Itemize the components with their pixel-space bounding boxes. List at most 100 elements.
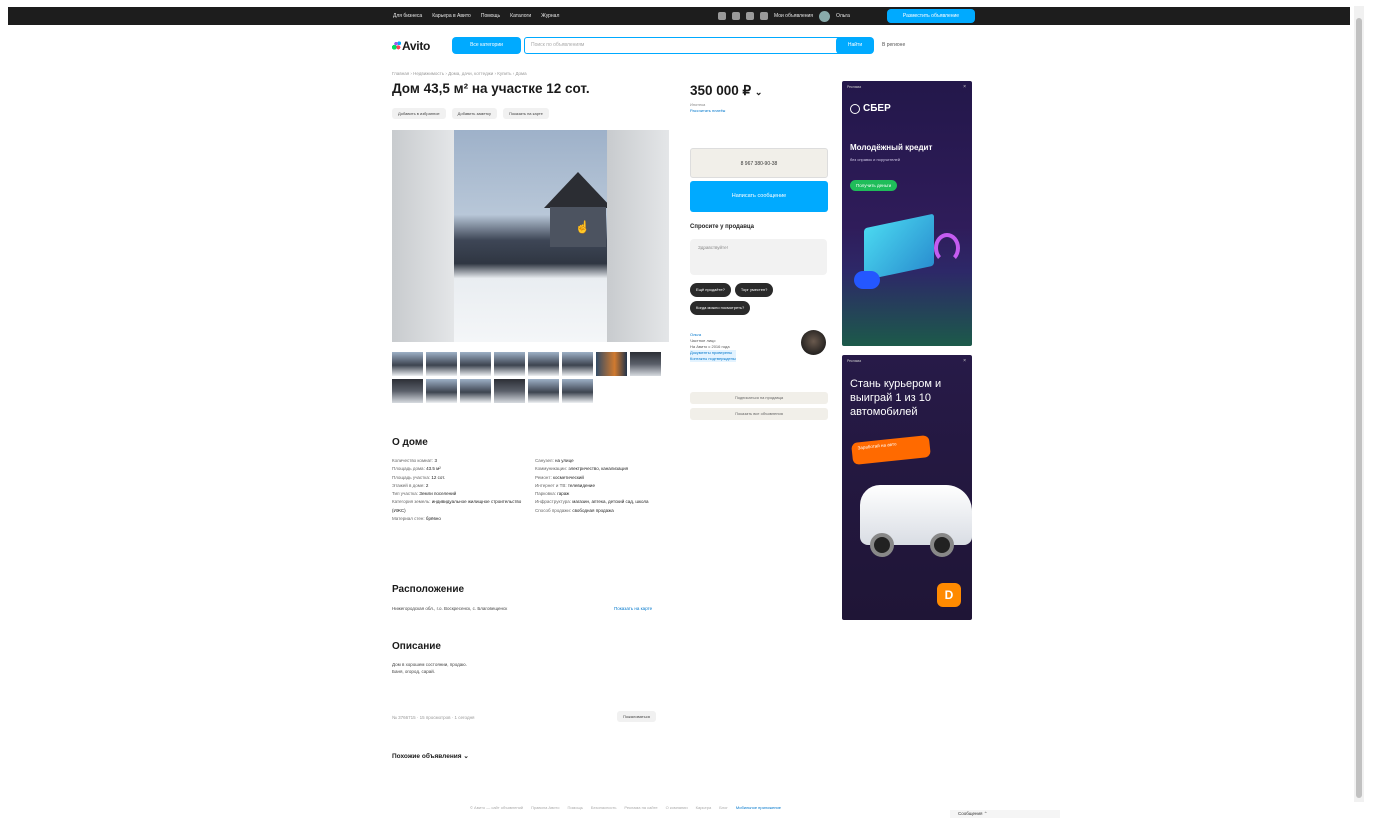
price-mortgage: Ипотека Рассчитать платёж — [690, 102, 725, 114]
add-note-button[interactable]: Добавить заметку — [451, 108, 497, 119]
post-ad-button[interactable]: Разместить объявление — [887, 9, 975, 23]
nav-link-help[interactable]: Помощь — [481, 10, 500, 22]
quick-question-chip[interactable]: Когда можно посмотреть? — [690, 301, 751, 315]
quick-question-chip[interactable]: Торг уместен? — [734, 283, 774, 297]
car-wheel — [870, 533, 894, 557]
description-line: Баня, огород, сарай. — [392, 669, 435, 674]
thumbnail[interactable] — [562, 352, 593, 376]
thumbnail[interactable] — [392, 379, 423, 403]
search-input[interactable]: Поиск по объявлениям — [524, 37, 842, 54]
photo-blur-right — [607, 130, 669, 342]
top-nav-links: Для бизнеса Карьера в Авито Помощь Катал… — [393, 10, 559, 22]
delivery-logo-icon: D — [937, 583, 961, 607]
subscribe-seller-button[interactable]: Подписаться на продавца — [690, 392, 828, 404]
about-params-left: Количество комнат: 3 Площадь дома: 43.5 … — [392, 457, 527, 523]
thumbnail[interactable] — [460, 352, 491, 376]
show-map-button[interactable]: Показать на карте — [502, 108, 549, 119]
footer-link[interactable]: Блог — [719, 805, 728, 810]
breadcrumb[interactable]: Главная › Недвижимость › Дома, дачи, кот… — [392, 71, 527, 76]
thumbnail[interactable] — [494, 379, 525, 403]
description-line: Дом в хорошем состоянии, продаю. — [392, 662, 467, 667]
footer-link[interactable]: Правила Авито — [531, 805, 559, 810]
all-categories-button[interactable]: Все категории — [452, 37, 521, 54]
car-wheel — [930, 533, 954, 557]
thumbnail[interactable] — [426, 379, 457, 403]
footer-link[interactable]: © Авито — сайт объявлений — [470, 805, 523, 810]
ad-cta-button[interactable]: Получить деньги — [850, 180, 898, 191]
param-row: Коммуникации: электричество, канализация — [535, 466, 629, 472]
laptop-illustration — [864, 213, 934, 281]
thumbnail[interactable] — [460, 379, 491, 403]
chevron-down-icon[interactable]: ⌄ — [755, 87, 763, 97]
quick-question-chip[interactable]: Ещё продаёте? — [690, 283, 731, 297]
param-row: Ремонт: косметический — [535, 474, 584, 480]
notifications-icon[interactable] — [732, 12, 740, 20]
close-icon[interactable]: × — [963, 358, 966, 364]
footer-link[interactable]: Мобильное приложение — [736, 805, 781, 810]
mortgage-link[interactable]: Рассчитать платёж — [690, 108, 725, 114]
param-row: Интернет и ТВ: телевидение — [535, 482, 595, 488]
top-user-area: Мои объявления Ольга — [718, 10, 850, 22]
location-selector[interactable]: В регионе — [882, 40, 905, 50]
thumbnail[interactable] — [596, 352, 627, 376]
cart-icon[interactable] — [760, 12, 768, 20]
ask-seller-input[interactable]: Здравствуйте! — [690, 239, 827, 275]
description-title: Описание — [392, 641, 441, 652]
ad-banner-sber[interactable]: Реклама × СБЕР Молодёжный кредит без спр… — [842, 81, 972, 346]
footer-link[interactable]: Помощь — [567, 805, 582, 810]
search-button[interactable]: Найти — [836, 37, 874, 54]
messages-icon[interactable] — [746, 12, 754, 20]
messenger-bar[interactable]: Сообщения ⌃ — [950, 810, 1060, 818]
gamepad-illustration — [854, 271, 880, 289]
scrollbar[interactable] — [1354, 6, 1364, 802]
favorites-icon[interactable] — [718, 12, 726, 20]
footer-link[interactable]: О компании — [666, 805, 688, 810]
param-row: Санузел: на улице — [535, 458, 574, 463]
thumbnail[interactable] — [494, 352, 525, 376]
param-row: Материал стен: брёвно — [392, 516, 441, 522]
user-name[interactable]: Ольга — [836, 10, 850, 22]
thumbnail[interactable] — [630, 352, 661, 376]
scrollbar-thumb[interactable] — [1356, 18, 1362, 798]
thumbnail[interactable] — [392, 352, 423, 376]
param-row: Тип участка: Земли поселений — [392, 491, 457, 497]
footer-link[interactable]: Безопасность — [591, 805, 617, 810]
seller-avatar[interactable] — [801, 330, 826, 355]
ask-seller-title: Спросите у продавца — [690, 224, 754, 230]
param-row: Площадь участка: 12 сот. — [392, 474, 446, 480]
ad-cta-button[interactable]: Заработай на авто — [851, 434, 931, 466]
footer-link[interactable]: Карьера — [696, 805, 712, 810]
thumbnail[interactable] — [528, 352, 559, 376]
photo-thumbnails — [392, 352, 668, 403]
show-on-map-link[interactable]: Показать на карте — [614, 605, 652, 612]
report-button[interactable]: Пожаловаться — [617, 711, 656, 722]
add-favorite-button[interactable]: Добавить в избранное — [392, 108, 446, 119]
param-row: Инфраструктура: магазин, аптека, детский… — [535, 499, 649, 505]
nav-link-journal[interactable]: Журнал — [541, 10, 559, 22]
headphones-illustration — [934, 233, 960, 263]
similar-ads-title[interactable]: Похожие объявления ⌄ — [392, 752, 469, 760]
my-ads-link[interactable]: Мои объявления — [774, 10, 813, 22]
param-row: Способ продажи: свободная продажа — [535, 507, 614, 513]
ad-label: Реклама — [847, 85, 862, 89]
user-avatar[interactable] — [819, 10, 830, 22]
param-row: Количество комнат: 3 — [392, 458, 438, 463]
thumbnail[interactable] — [562, 379, 593, 403]
chevron-up-icon: ⌃ — [983, 811, 988, 816]
chevron-down-icon: ⌄ — [463, 753, 469, 760]
param-row: Этажей в доме: 2 — [392, 482, 429, 488]
seller-all-ads-button[interactable]: Показать все объявления — [690, 408, 828, 420]
nav-link-career[interactable]: Карьера в Авито — [432, 10, 471, 22]
thumbnail[interactable] — [528, 379, 559, 403]
show-phone-button[interactable]: 8 967 380-90-38 — [690, 148, 828, 178]
thumbnail[interactable] — [426, 352, 457, 376]
footer-link[interactable]: Реклама на сайте — [624, 805, 657, 810]
nav-link-catalogs[interactable]: Каталоги — [510, 10, 531, 22]
write-message-button[interactable]: Написать сообщение — [690, 181, 828, 212]
close-icon[interactable]: × — [963, 84, 966, 90]
mouse-cursor-icon: ☝ — [575, 220, 590, 234]
main-photo[interactable]: ☝ — [392, 130, 669, 342]
ad-banner-courier[interactable]: Реклама × Стань курьером и выиграй 1 из … — [842, 355, 972, 620]
nav-link-business[interactable]: Для бизнеса — [393, 10, 422, 22]
avito-logo[interactable]: Avito — [392, 39, 430, 53]
